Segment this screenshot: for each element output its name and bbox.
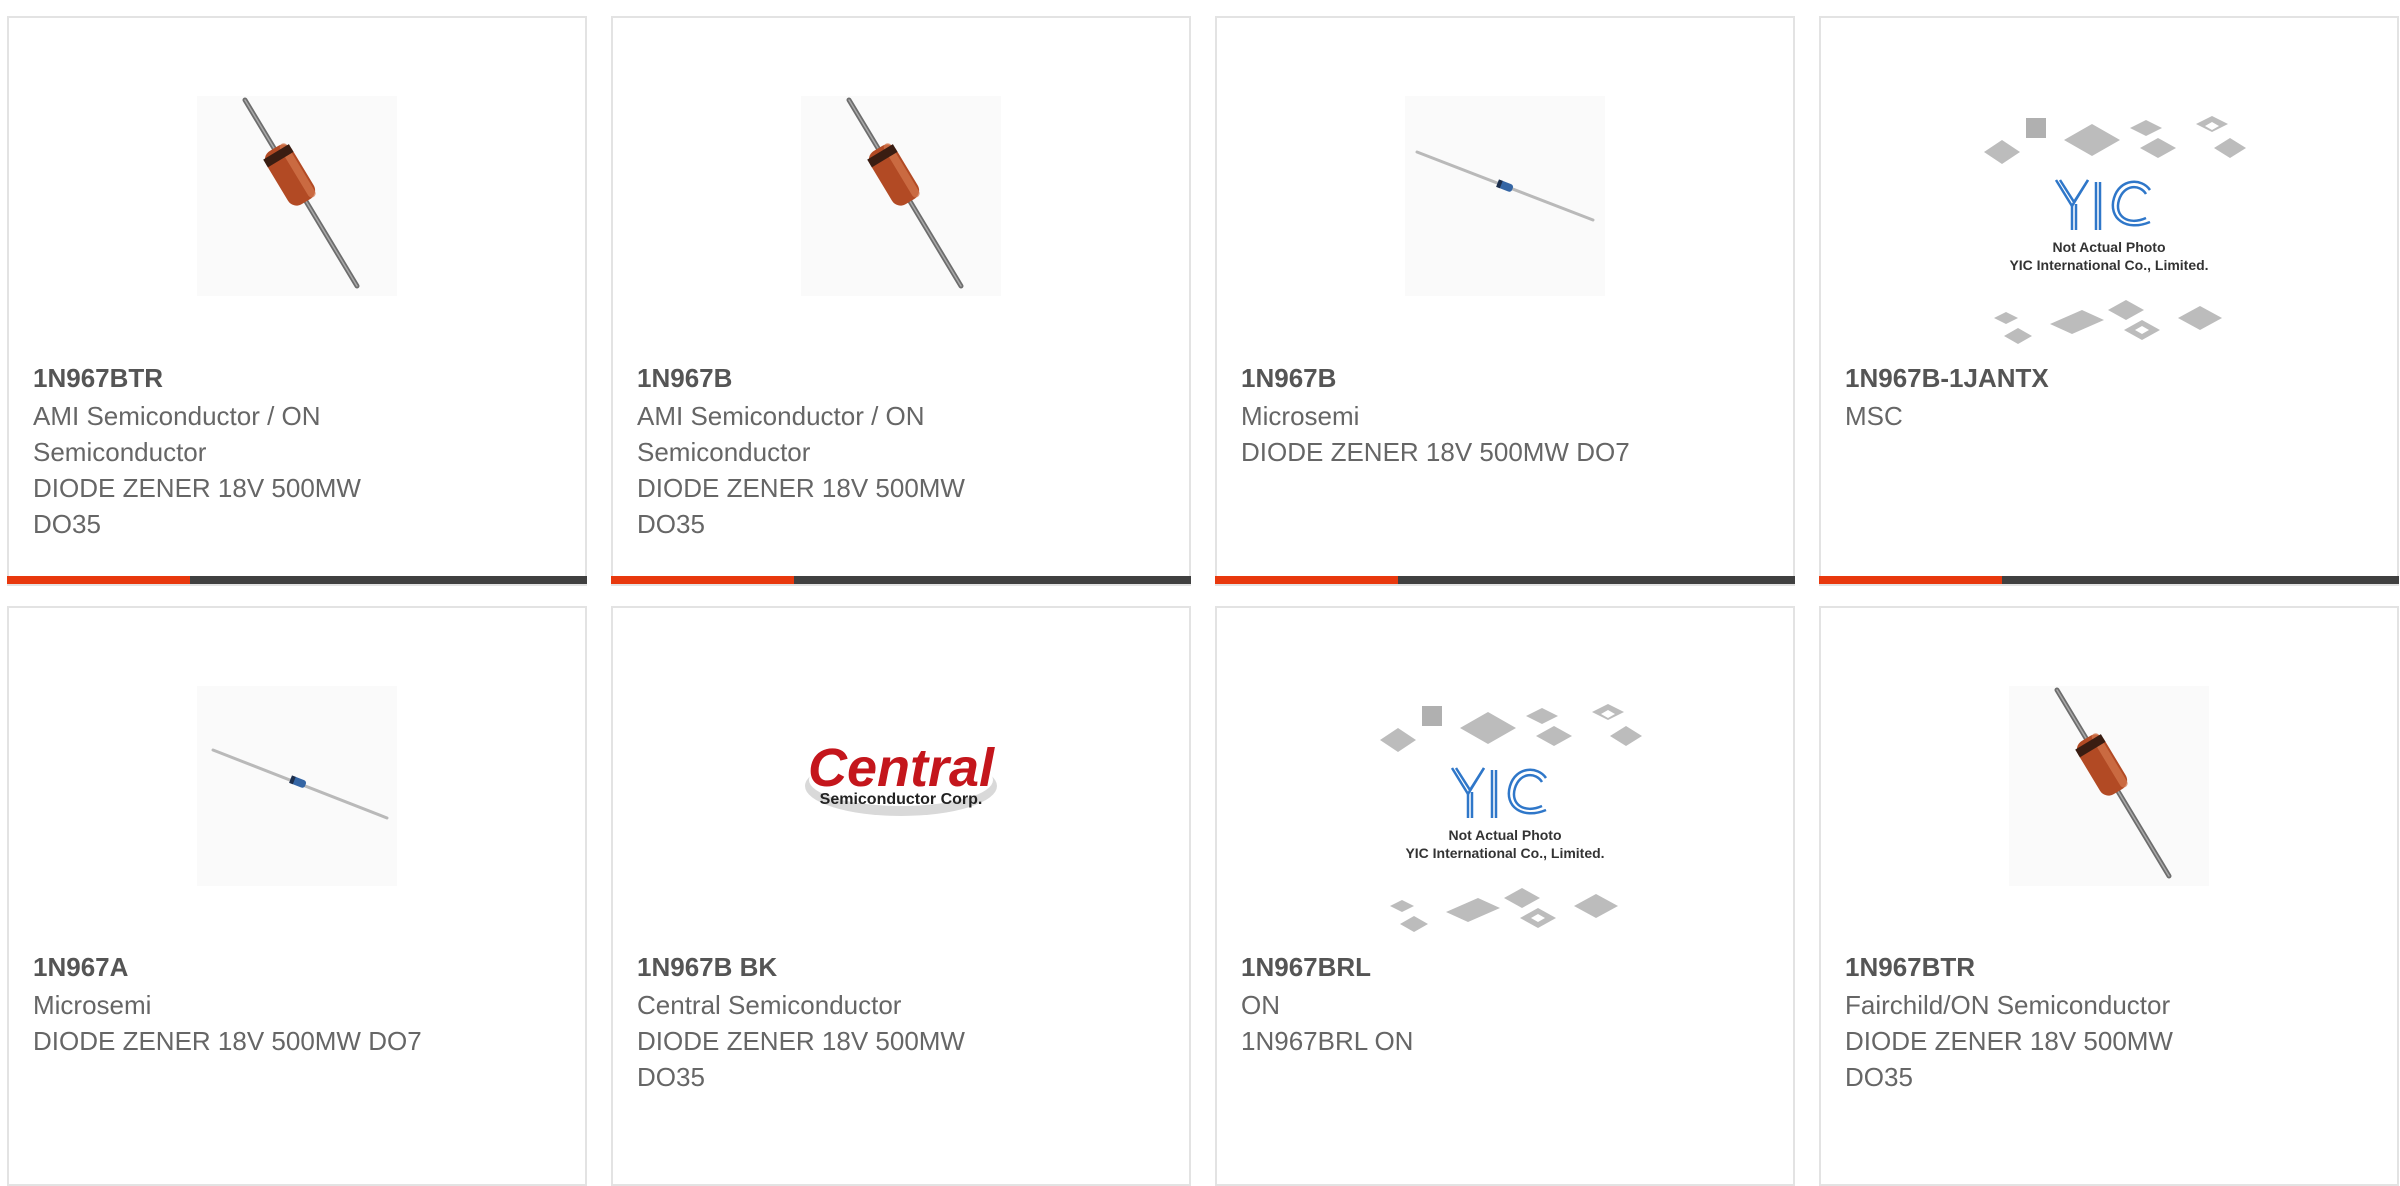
product-card[interactable]: 1N967BTR Fairchild/ON Semiconductor DIOD… [1819, 606, 2399, 1186]
placeholder-line-2: YIC International Co., Limited. [1405, 845, 1604, 861]
card-bar-accent [7, 576, 190, 584]
product-image[interactable]: Central Semiconductor Corp. [801, 686, 1001, 886]
card-bottom-bar [1215, 576, 1795, 584]
logo-subtext: Semiconductor Corp. [820, 791, 983, 808]
manufacturer: Microsemi [1241, 401, 1360, 431]
diode-icon [197, 96, 397, 296]
product-image[interactable] [801, 96, 1001, 296]
card-bottom-bar [611, 576, 1191, 584]
central-logo-icon: Central Semiconductor Corp. [801, 686, 1001, 886]
description: DIODE ZENER 18V 500MW DO7 [1241, 437, 1630, 467]
card-bottom-bar [1819, 576, 2399, 584]
description: DIODE ZENER 18V 500MW DO35 [33, 473, 361, 539]
placeholder-line-2: YIC International Co., Limited. [2009, 257, 2208, 273]
part-number[interactable]: 1N967A [33, 949, 415, 985]
product-info: 1N967BTR AMI Semiconductor / ON Semicond… [33, 360, 415, 542]
description: DIODE ZENER 18V 500MW DO35 [637, 473, 965, 539]
product-info: 1N967B AMI Semiconductor / ON Semiconduc… [637, 360, 1019, 542]
card-bar-accent [1819, 576, 2002, 584]
part-number[interactable]: 1N967B [637, 360, 1019, 396]
product-image[interactable]: Not Actual Photo YIC International Co., … [1964, 104, 2254, 354]
part-number[interactable]: 1N967B [1241, 360, 1623, 396]
placeholder-line-1: Not Actual Photo [1448, 827, 1561, 843]
manufacturer: Microsemi [33, 990, 152, 1020]
product-card[interactable]: 1N967B AMI Semiconductor / ON Semiconduc… [611, 16, 1191, 586]
description: DIODE ZENER 18V 500MW DO35 [1845, 1026, 2173, 1092]
manufacturer: Central Semiconductor [637, 990, 902, 1020]
diode-icon [2009, 686, 2209, 886]
part-number[interactable]: 1N967B BK [637, 949, 1019, 985]
product-grid: 1N967BTR AMI Semiconductor / ON Semicond… [0, 0, 2400, 1186]
axial-diode-icon [197, 686, 397, 886]
description: 1N967BRL ON [1241, 1026, 1414, 1056]
description: DIODE ZENER 18V 500MW DO35 [637, 1026, 965, 1092]
product-info: 1N967B-1JANTX MSC [1845, 360, 2227, 434]
product-image[interactable] [2009, 686, 2209, 886]
product-card[interactable]: 1N967B Microsemi DIODE ZENER 18V 500MW D… [1215, 16, 1795, 586]
product-info: 1N967B BK Central Semiconductor DIODE ZE… [637, 949, 1019, 1095]
part-number[interactable]: 1N967BTR [33, 360, 415, 396]
product-info: 1N967B Microsemi DIODE ZENER 18V 500MW D… [1241, 360, 1630, 470]
product-card[interactable]: Not Actual Photo YIC International Co., … [1215, 606, 1795, 1186]
yic-placeholder-icon: Not Actual Photo YIC International Co., … [1984, 116, 2246, 344]
part-number[interactable]: 1N967BRL [1241, 949, 1623, 985]
product-image[interactable] [1405, 96, 1605, 296]
card-bar-accent [1215, 576, 1398, 584]
product-image[interactable]: Not Actual Photo YIC International Co., … [1360, 692, 1650, 942]
yic-placeholder-icon: Not Actual Photo YIC International Co., … [1380, 704, 1642, 932]
product-image[interactable] [197, 686, 397, 886]
product-card[interactable]: 1N967BTR AMI Semiconductor / ON Semicond… [7, 16, 587, 586]
axial-diode-icon [1405, 96, 1605, 296]
product-info: 1N967A Microsemi DIODE ZENER 18V 500MW D… [33, 949, 422, 1059]
product-info: 1N967BRL ON 1N967BRL ON [1241, 949, 1623, 1059]
manufacturer: Fairchild/ON Semiconductor [1845, 990, 2171, 1020]
product-card[interactable]: 1N967A Microsemi DIODE ZENER 18V 500MW D… [7, 606, 587, 1186]
manufacturer: AMI Semiconductor / ON Semiconductor [637, 401, 925, 467]
product-info: 1N967BTR Fairchild/ON Semiconductor DIOD… [1845, 949, 2227, 1095]
diode-icon [801, 96, 1001, 296]
manufacturer: AMI Semiconductor / ON Semiconductor [33, 401, 321, 467]
part-number[interactable]: 1N967BTR [1845, 949, 2227, 985]
product-image[interactable] [197, 96, 397, 296]
product-card[interactable]: Central Semiconductor Corp. 1N967B BK Ce… [611, 606, 1191, 1186]
card-bottom-bar [7, 576, 587, 584]
part-number[interactable]: 1N967B-1JANTX [1845, 360, 2227, 396]
manufacturer: MSC [1845, 401, 1903, 431]
product-card[interactable]: Not Actual Photo YIC International Co., … [1819, 16, 2399, 586]
logo-wordmark: Central [808, 738, 995, 798]
placeholder-line-1: Not Actual Photo [2052, 239, 2165, 255]
description: DIODE ZENER 18V 500MW DO7 [33, 1026, 422, 1056]
card-bar-accent [611, 576, 794, 584]
manufacturer: ON [1241, 990, 1280, 1020]
